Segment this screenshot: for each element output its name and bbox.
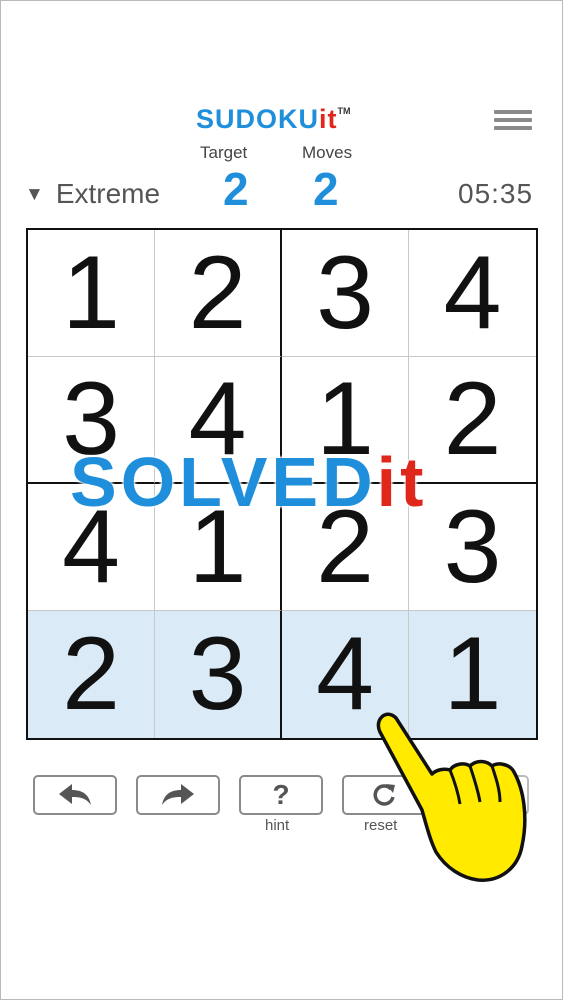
board-cell[interactable]: 1 — [28, 230, 155, 357]
dropdown-triangle-icon: ▼ — [25, 184, 44, 205]
solved-accent: it — [376, 443, 428, 521]
difficulty-dropdown[interactable]: ▼ Extreme — [25, 178, 160, 210]
board-cell[interactable]: 3 — [155, 611, 282, 738]
moves-label: Moves — [302, 143, 353, 162]
board-cell[interactable]: 2 — [28, 611, 155, 738]
undo-button[interactable] — [33, 775, 117, 815]
board-cell[interactable]: 3 — [409, 484, 536, 611]
board-cell[interactable]: 4 — [409, 230, 536, 357]
board-cell[interactable]: 2 — [409, 357, 536, 484]
pointing-hand-icon — [376, 712, 527, 882]
game-timer: 05:35 — [458, 178, 534, 209]
target-value: 2 — [223, 163, 249, 215]
board-cell[interactable]: 3 — [282, 230, 409, 357]
undo-arrow-icon — [59, 784, 91, 805]
hamburger-menu-icon[interactable] — [494, 110, 532, 132]
logo-trademark: TM — [337, 106, 351, 116]
app-logo: SUDOKUitTM — [196, 104, 351, 135]
solved-banner: SOLVEDit — [70, 442, 427, 522]
difficulty-label: Extreme — [55, 178, 161, 209]
hint-button[interactable]: ? — [239, 775, 323, 815]
moves-value: 2 — [313, 163, 339, 215]
target-label: Target — [200, 143, 248, 162]
redo-button[interactable] — [136, 775, 220, 815]
logo-accent: it — [319, 104, 338, 134]
logo-main: SUDOKU — [196, 104, 320, 134]
board-cell[interactable]: 2 — [155, 230, 282, 357]
hint-label: hint — [265, 817, 290, 834]
solved-main: SOLVED — [70, 443, 377, 521]
question-mark-icon: ? — [272, 779, 290, 810]
redo-arrow-icon — [162, 784, 194, 805]
